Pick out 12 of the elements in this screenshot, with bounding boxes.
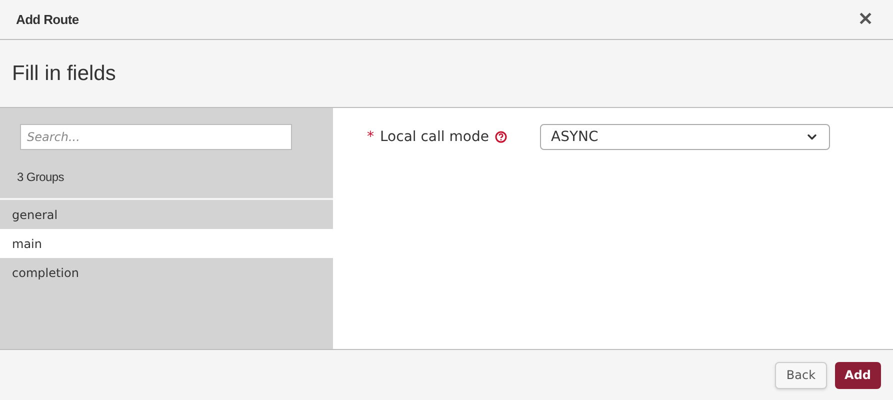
page-heading: Fill in fields	[12, 60, 116, 87]
back-button[interactable]: Back	[775, 362, 827, 388]
close-button[interactable]: ✕	[854, 6, 877, 33]
help-icon[interactable]	[494, 131, 507, 143]
field-label: Local call mode	[380, 128, 489, 146]
group-count: 3 Groups	[17, 169, 64, 186]
required-mark: *	[367, 128, 374, 146]
mode-dropdown[interactable]: ASYNC	[540, 124, 830, 150]
search-field[interactable]: Search...	[20, 124, 292, 150]
group-item[interactable]: main	[0, 229, 333, 258]
add-button[interactable]: Add	[834, 362, 881, 388]
window-title: Add Route	[16, 10, 79, 29]
